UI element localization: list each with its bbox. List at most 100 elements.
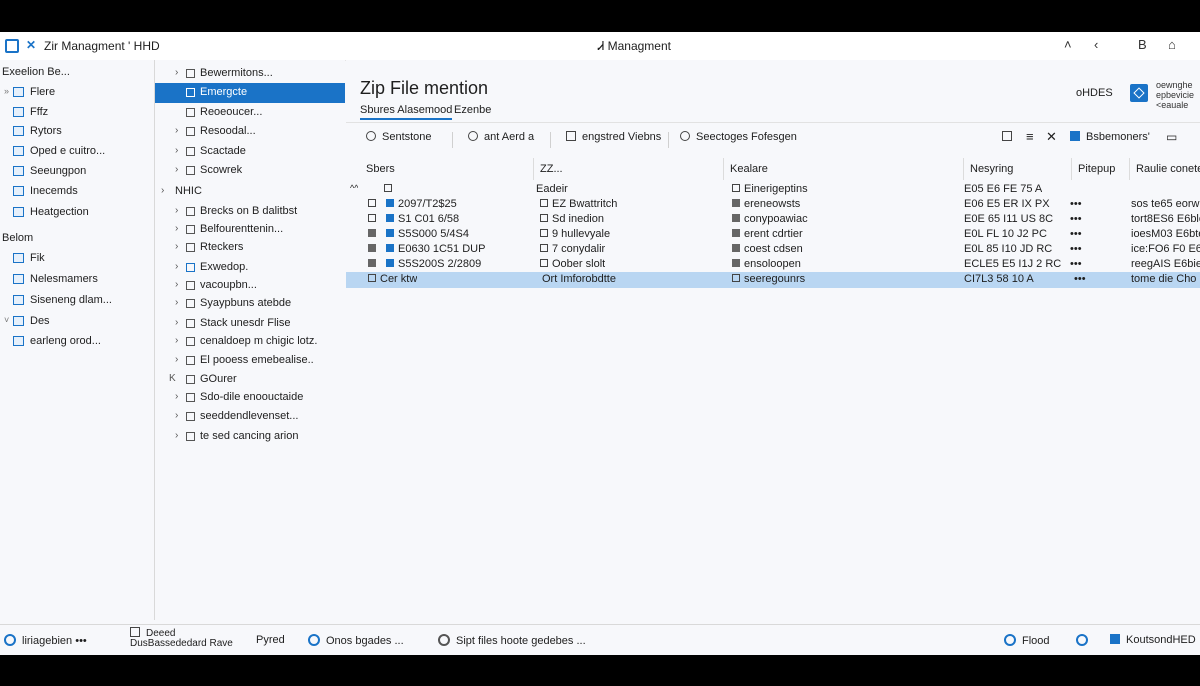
close-sidebar-icon[interactable]: ✕ <box>26 38 36 52</box>
tree-item[interactable]: › vacoupbn... <box>155 276 345 296</box>
view-button[interactable] <box>1002 131 1018 143</box>
status-item[interactable]: Deeed DusBassededard Rave <box>130 627 233 649</box>
row-checkbox[interactable] <box>368 228 380 240</box>
row-menu-button[interactable]: ••• <box>1070 213 1082 225</box>
table-cell: seeregounrs <box>732 273 805 285</box>
left-navigation: Exeelion Be... » Flere Fffz Rytors Oped e… <box>0 60 155 620</box>
archive-icon <box>1070 131 1080 141</box>
table-cell-text: Oober slolt <box>552 258 606 270</box>
folder-icon <box>186 108 195 117</box>
column-header-name[interactable]: Sbers <box>346 158 534 180</box>
tree-item[interactable]: › Belfourenttenin... <box>155 220 345 240</box>
select-all-checkbox[interactable] <box>384 183 396 195</box>
tree-item[interactable]: › Sdo-dile enoouctaide <box>155 388 345 408</box>
tree-item[interactable]: › Syaypbuns atebde <box>155 294 345 314</box>
toolbar-button-seectoges[interactable]: Seectoges Fofesgen <box>680 131 797 143</box>
nav-item-des[interactable]: ˅ Des <box>0 313 154 331</box>
tree-item[interactable]: K GOurer <box>155 370 345 390</box>
tree-item[interactable]: › Resoodal... <box>155 122 345 142</box>
nav-item-fik[interactable]: Fik <box>0 250 154 268</box>
nav-item-heatgection[interactable]: Heatgection <box>0 204 154 222</box>
nav-item-files[interactable]: » Flere <box>0 84 154 102</box>
table-row-selected[interactable]: Cer ktw Ort Imforobdtte seeregounrs CI7L… <box>346 272 1200 288</box>
row-checkbox[interactable] <box>368 198 380 210</box>
nav-item-fffz[interactable]: Fffz <box>0 104 154 122</box>
drive-icon[interactable] <box>1130 84 1148 102</box>
toolbar-button-search[interactable]: ant Aerd a <box>468 131 534 143</box>
sort-icon[interactable]: ^^ <box>350 183 358 193</box>
row-menu-button[interactable]: ••• <box>1070 228 1082 240</box>
status-item[interactable]: Sipt files hoote gedebes ... <box>438 634 586 647</box>
table-row[interactable]: S5S000 5/4S4 9 hullevyale erent cdrtier … <box>346 227 1200 242</box>
tree-item[interactable]: › seeddendlevenset... <box>155 407 345 427</box>
close-icon[interactable]: ✕ <box>1046 129 1057 145</box>
tree-item[interactable]: › Stack unesdr Flise <box>155 314 345 334</box>
tree-item[interactable]: › El pooess emebealise.. <box>155 351 345 371</box>
row-menu-button[interactable]: ••• <box>1070 243 1082 255</box>
column-header-pitepup[interactable]: Pitepup <box>1072 158 1130 180</box>
toolbar-button-bsbemoners[interactable]: Bsbemoners' <box>1070 131 1150 143</box>
table-row[interactable]: E0630 1C51 DUP 7 conydalir coest cdsen E… <box>346 242 1200 257</box>
file-icon <box>386 244 394 252</box>
file-icon <box>540 244 548 252</box>
table-row[interactable]: S5S200S 2/2809 Oober slolt ensoloopen EC… <box>346 257 1200 272</box>
table-cell-text: 9 hullevyale <box>552 228 611 240</box>
tree-item[interactable]: › Scactade <box>155 142 345 162</box>
nav-item-label: Fffz <box>30 106 49 118</box>
menu-icon[interactable]: ≡ <box>1026 129 1034 144</box>
status-item[interactable]: liriagebien ••• <box>4 634 87 647</box>
status-item[interactable]: Flood <box>1004 634 1050 647</box>
tree-item[interactable]: Reoeoucer... <box>155 103 345 123</box>
row-checkbox[interactable] <box>368 258 380 270</box>
tree-group-header[interactable]: › NHIC <box>155 182 345 202</box>
drive-icon-small[interactable]: ▭ <box>1166 130 1177 144</box>
tree-item[interactable]: › Exwedop. <box>155 258 345 278</box>
tree-item[interactable]: › Bewermitons... <box>155 64 345 84</box>
tree-item-selected[interactable]: Emergcte <box>155 83 345 103</box>
extract-icon <box>566 131 576 141</box>
tab-sbures[interactable]: Sbures Alasemood <box>360 104 453 120</box>
window-title: Ꮧ Managment <box>598 39 671 54</box>
nav-item-nelesmamers[interactable]: Nelesmamers <box>0 271 154 289</box>
column-header-nesyring[interactable]: Nesyring <box>964 158 1072 180</box>
column-header-raulie[interactable]: Raulie conete <box>1130 158 1200 180</box>
tree-item[interactable]: › cenaldoep m chigic lotz. <box>155 332 345 352</box>
nav-item-inecemds[interactable]: Inecemds <box>0 183 154 201</box>
chevron-right-icon: › <box>175 223 179 234</box>
tree-item[interactable]: › Rteckers <box>155 238 345 258</box>
table-cell: ereneowsts <box>732 198 800 210</box>
row-menu-button[interactable]: ••• <box>1070 258 1082 270</box>
table-cell: E0E 65 I11 US 8C <box>964 213 1054 225</box>
folder-icon <box>186 243 195 252</box>
row-checkbox[interactable] <box>368 213 380 225</box>
column-header-kealare[interactable]: Kealare <box>724 158 964 180</box>
row-menu-button[interactable]: ••• <box>1070 198 1082 210</box>
toolbar-button-sentstone[interactable]: Sentstone <box>366 131 432 143</box>
status-item[interactable] <box>1076 634 1094 647</box>
back-button[interactable]: ‹ <box>1094 37 1098 52</box>
nav-item-earleng[interactable]: earleng orod... <box>0 333 154 351</box>
nav-item-oped[interactable]: Oped e cuitro... <box>0 143 154 161</box>
toolbar-button-engstred[interactable]: engstred Viebns <box>566 131 661 143</box>
bookmark-button[interactable]: B <box>1138 37 1147 52</box>
tab-ezenbe[interactable]: Ezenbe <box>454 104 491 116</box>
nav-item-siseneng[interactable]: Siseneng dlam... <box>0 292 154 310</box>
status-item[interactable]: Onos bgades ... <box>308 634 404 647</box>
nav-item-rytors[interactable]: Rytors <box>0 123 154 141</box>
tree-item[interactable]: › Brecks on B dalitbst <box>155 202 345 222</box>
row-checkbox[interactable] <box>368 243 380 255</box>
table-row[interactable]: S1 C01 6/58 Sd inedion conypoawiac E0E 6… <box>346 212 1200 227</box>
column-header-size[interactable]: ZZ... <box>534 158 724 180</box>
status-item[interactable]: KoutsondHED <box>1110 634 1196 646</box>
home-button[interactable]: ⌂ <box>1168 37 1176 52</box>
minimize-button[interactable]: ˄ <box>1064 37 1072 52</box>
folder-icon <box>186 432 195 441</box>
drive-label[interactable]: oHDES <box>1076 87 1113 99</box>
table-row[interactable]: 2097/T2$25 EZ Bwattritch ereneowsts E06 … <box>346 197 1200 212</box>
status-text: Onos bgades ... <box>326 635 404 647</box>
row-menu-button[interactable]: ••• <box>1074 273 1086 285</box>
tree-item[interactable]: › te sed cancing arion <box>155 427 345 447</box>
nav-item-seeungpon[interactable]: Seeungpon <box>0 163 154 181</box>
tree-item-label: Belfourenttenin... <box>200 223 284 235</box>
tree-item[interactable]: › Scowrek <box>155 161 345 181</box>
